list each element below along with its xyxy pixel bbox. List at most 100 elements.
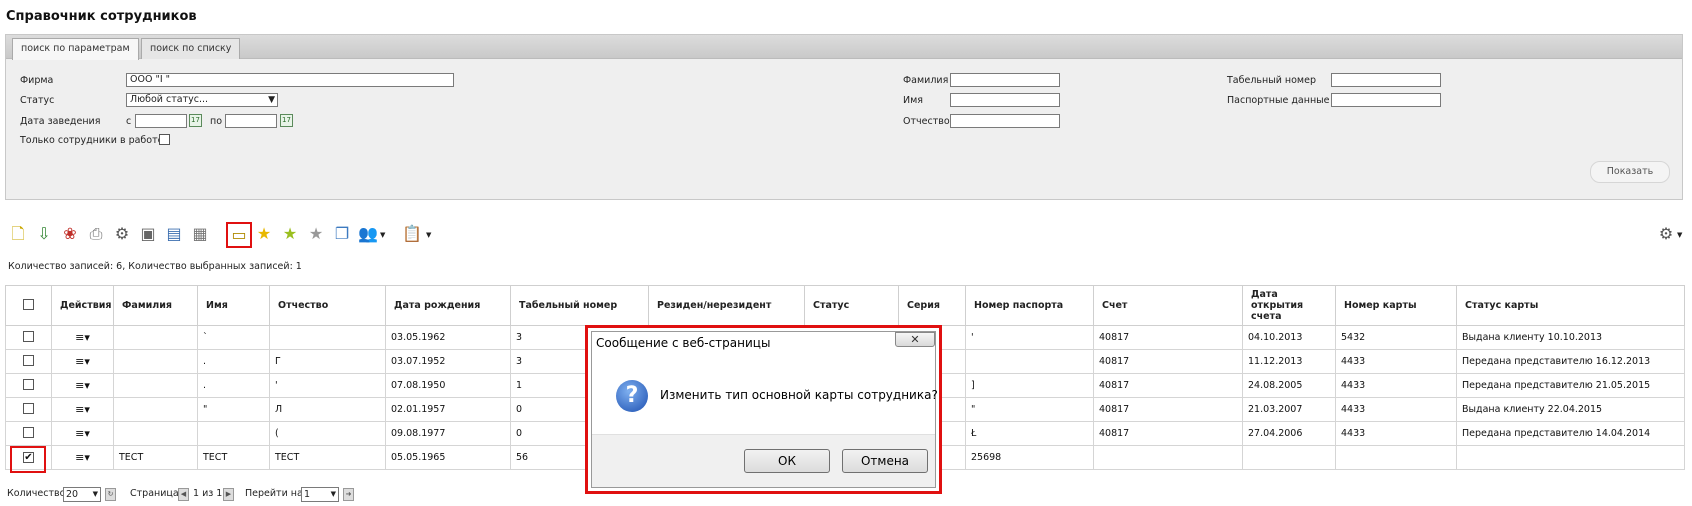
refresh-icon[interactable]: ↻ bbox=[105, 488, 116, 501]
cell-opened: 04.10.2013 bbox=[1242, 325, 1336, 350]
menu-icon[interactable]: ≡▾ bbox=[75, 355, 90, 368]
surname-input[interactable] bbox=[950, 73, 1060, 87]
cell-card bbox=[1335, 445, 1457, 470]
menu-icon[interactable]: ≡▾ bbox=[75, 403, 90, 416]
cell-patronymic: Г bbox=[269, 349, 386, 374]
prev-page-icon[interactable]: ◀ bbox=[178, 488, 189, 501]
question-icon: ? bbox=[616, 380, 648, 412]
cell-patronymic: ТЕСТ bbox=[269, 445, 386, 470]
column-header[interactable]: Статус bbox=[804, 285, 899, 326]
column-header[interactable]: Серия bbox=[898, 285, 966, 326]
table-header-row: Действия Фамилия Имя Отчество Дата рожде… bbox=[5, 285, 1685, 326]
cell-name: " bbox=[197, 397, 270, 422]
row-select-cell[interactable] bbox=[5, 325, 52, 350]
menu-icon[interactable]: ≡▾ bbox=[75, 427, 90, 440]
ribbon-award-icon[interactable]: ❀ bbox=[60, 224, 80, 244]
chevron-down-icon: ▼ bbox=[92, 490, 98, 498]
row-select-cell[interactable] bbox=[5, 349, 52, 374]
show-button[interactable]: Показать bbox=[1590, 161, 1670, 183]
cell-surname bbox=[113, 421, 198, 446]
row-actions-menu[interactable]: ≡▾ bbox=[51, 373, 114, 398]
menu-icon[interactable]: ≡▾ bbox=[75, 331, 90, 344]
cell-name: . bbox=[197, 349, 270, 374]
column-header[interactable]: Действия bbox=[51, 285, 114, 326]
goto-page-select[interactable]: 1 ▼ bbox=[301, 487, 339, 502]
star-add-icon[interactable]: ★ bbox=[280, 224, 300, 244]
cell-birth: 03.07.1952 bbox=[385, 349, 511, 374]
go-page-icon[interactable]: ➜ bbox=[343, 488, 354, 501]
print-icon[interactable]: ⎙ bbox=[86, 224, 106, 244]
column-header[interactable]: Табельный номер bbox=[510, 285, 649, 326]
row-actions-menu[interactable]: ≡▾ bbox=[51, 325, 114, 350]
row-checkbox[interactable] bbox=[23, 426, 34, 438]
row-select-cell[interactable] bbox=[5, 397, 52, 422]
name-input[interactable] bbox=[950, 93, 1060, 107]
id-card-delete-icon[interactable]: ▦ bbox=[190, 224, 210, 244]
status-select-value: Любой статус... bbox=[130, 94, 209, 105]
menu-icon[interactable]: ≡▾ bbox=[75, 379, 90, 392]
patronymic-input[interactable] bbox=[950, 114, 1060, 128]
ok-button[interactable]: ОК bbox=[744, 449, 830, 473]
column-header[interactable]: Резиден/нерезидент bbox=[648, 285, 805, 326]
star-icon[interactable]: ★ bbox=[254, 224, 274, 244]
id-card-icon[interactable]: ▣ bbox=[138, 224, 158, 244]
cell-opened: 21.03.2007 bbox=[1242, 397, 1336, 422]
select-all-header[interactable] bbox=[5, 285, 52, 326]
page-size-select[interactable]: 20 ▼ bbox=[63, 487, 101, 502]
id-card-edit-icon[interactable]: ▤ bbox=[164, 224, 184, 244]
chevron-down-icon: ▼ bbox=[268, 95, 275, 105]
row-select-cell[interactable] bbox=[5, 421, 52, 446]
clipboard-icon[interactable]: 📋 bbox=[402, 224, 422, 244]
status-select[interactable]: Любой статус... ▼ bbox=[126, 93, 278, 107]
calendar-icon[interactable]: 17 bbox=[189, 114, 202, 127]
chevron-down-icon[interactable]: ▼ bbox=[426, 231, 431, 239]
new-document-icon[interactable]: 🗋 bbox=[8, 224, 28, 244]
chevron-down-icon[interactable]: ▼ bbox=[1677, 231, 1682, 239]
next-page-icon[interactable]: ▶ bbox=[223, 488, 234, 501]
row-actions-menu[interactable]: ≡▾ bbox=[51, 397, 114, 422]
column-header[interactable]: Фамилия bbox=[113, 285, 198, 326]
menu-icon[interactable]: ≡▾ bbox=[75, 451, 90, 464]
column-header[interactable]: Дата открытия счета bbox=[1242, 285, 1336, 326]
row-actions-menu[interactable]: ≡▾ bbox=[51, 349, 114, 374]
cell-passport: ] bbox=[965, 373, 1094, 398]
row-checkbox[interactable] bbox=[23, 378, 34, 390]
tab-number-input[interactable] bbox=[1331, 73, 1441, 87]
date-from-input[interactable] bbox=[135, 114, 187, 128]
firm-input[interactable]: ООО "I " bbox=[126, 73, 454, 87]
row-checkbox[interactable] bbox=[23, 354, 34, 366]
row-checkbox[interactable] bbox=[23, 330, 34, 342]
cancel-button[interactable]: Отмена bbox=[842, 449, 928, 473]
column-header[interactable]: Дата рождения bbox=[385, 285, 511, 326]
select-all-checkbox[interactable] bbox=[23, 298, 34, 310]
star-gray-icon[interactable]: ★ bbox=[306, 224, 326, 244]
cell-card-status: Передана представителю 21.05.2015 bbox=[1456, 373, 1685, 398]
row-actions-menu[interactable]: ≡▾ bbox=[51, 445, 114, 470]
column-header[interactable]: Статус карты bbox=[1456, 285, 1685, 326]
calendar-icon[interactable]: 17 bbox=[280, 114, 293, 127]
date-to-input[interactable] bbox=[225, 114, 277, 128]
column-header[interactable]: Номер карты bbox=[1335, 285, 1457, 326]
gear-icon[interactable]: ⚙ bbox=[1656, 224, 1676, 244]
passport-input[interactable] bbox=[1331, 93, 1441, 107]
cell-account: 40817 bbox=[1093, 325, 1243, 350]
only-working-checkbox[interactable] bbox=[159, 134, 170, 145]
users-gear-icon[interactable]: ⚙ bbox=[112, 224, 132, 244]
window-refresh-icon[interactable]: ❐ bbox=[332, 224, 352, 244]
row-select-cell[interactable] bbox=[5, 373, 52, 398]
chevron-down-icon[interactable]: ▼ bbox=[380, 231, 385, 239]
card-swap-icon[interactable]: ▭ bbox=[226, 222, 252, 248]
close-icon[interactable]: ✕ bbox=[895, 332, 935, 347]
download-icon[interactable]: ⇩ bbox=[34, 224, 54, 244]
cell-surname bbox=[113, 325, 198, 350]
row-checkbox[interactable] bbox=[23, 402, 34, 414]
cell-opened bbox=[1242, 445, 1336, 470]
column-header[interactable]: Имя bbox=[197, 285, 270, 326]
column-header[interactable]: Счет bbox=[1093, 285, 1243, 326]
users-group-icon[interactable]: 👥 bbox=[358, 224, 378, 244]
row-actions-menu[interactable]: ≡▾ bbox=[51, 421, 114, 446]
tab-search-list[interactable]: поиск по списку bbox=[141, 38, 241, 59]
tab-search-params[interactable]: поиск по параметрам bbox=[12, 38, 139, 60]
column-header[interactable]: Отчество bbox=[269, 285, 386, 326]
column-header[interactable]: Номер паспорта bbox=[965, 285, 1094, 326]
